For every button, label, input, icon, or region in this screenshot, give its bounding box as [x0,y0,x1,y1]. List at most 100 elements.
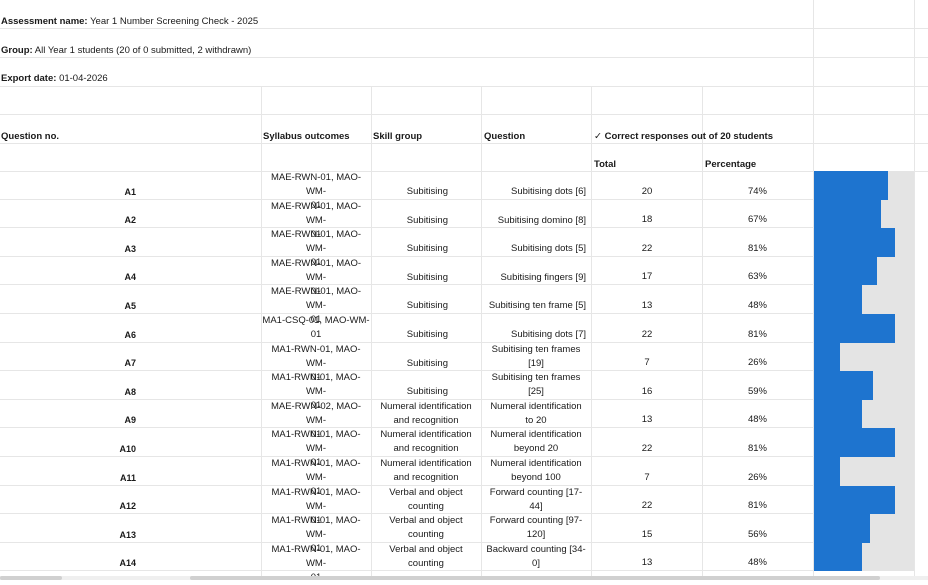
question-number-cell[interactable]: A10 [0,428,260,457]
question-number-cell[interactable]: A12 [0,486,260,515]
question-cell[interactable]: Subitising fingers [9] [482,257,590,286]
percentage-cell[interactable]: 48% [703,285,813,314]
skill-group-cell[interactable]: Verbal and object counting [372,486,480,515]
table-row[interactable]: A8 MA1-RWN-01, MAO-WM- 01 Subitising Subitis… [0,371,928,411]
percentage-cell[interactable]: 81% [703,486,813,515]
question-cell[interactable]: Numeral identification to 20 [482,400,590,429]
syllabus-outcome-cell[interactable]: MA1-RWN-01, MAO-WM-01 [262,486,370,526]
question-cell[interactable]: Backward counting [34- 0] [482,543,590,572]
skill-group-cell[interactable]: Verbal and object counting [372,543,480,572]
question-number-cell[interactable]: A14 [0,543,260,572]
question-number-cell[interactable]: A3 [0,228,260,257]
syllabus-outcome-cell[interactable]: MA1-RWN-01, MAO-WM-01 [262,343,370,383]
table-row[interactable]: A9 MAE-RWN-02, MAO-WM- 01 Numeral identific… [0,399,928,440]
syllabus-outcome-cell[interactable]: MA1-RWN-01, MAO-WM-01 [262,428,370,468]
table-row[interactable]: A7 MA1-RWN-01, MAO-WM- 01 Subitising Subitis… [0,342,928,383]
question-number-cell[interactable]: A4 [0,257,260,286]
percentage-cell[interactable]: 81% [703,314,813,343]
question-number-cell[interactable]: A7 [0,343,260,372]
table-row[interactable]: A12 MA1-RWN-01, MAO-WM- 01 Verbal and objec… [0,485,928,526]
question-number-cell[interactable]: A11 [0,457,260,486]
skill-group-cell[interactable]: Subitising [372,171,480,200]
question-number-cell[interactable]: A1 [0,171,260,200]
question-cell[interactable]: Subitising dots [5] [482,228,590,257]
table-row[interactable]: A3 MAE-RWN-01, MAO-WM- 01 Subitising Subitis… [0,228,928,268]
scrollbar-thumb-left[interactable] [0,576,62,580]
percentage-cell[interactable]: 26% [703,457,813,486]
total-cell[interactable]: 22 [592,486,702,515]
percentage-cell[interactable]: 59% [703,371,813,400]
percentage-cell[interactable]: 67% [703,200,813,229]
table-row[interactable]: A14MA1-RWN-01, MAO-WM-01Verbal and objec… [0,542,928,583]
question-number-cell[interactable]: A6 [0,314,260,343]
question-cell[interactable]: Subitising ten frames [25] [482,371,590,400]
total-cell[interactable]: 7 [592,343,702,372]
question-number-cell[interactable]: A8 [0,371,260,400]
question-cell[interactable]: Subitising ten frames [19] [482,343,590,372]
skill-group-cell[interactable]: Subitising [372,200,480,229]
table-row[interactable]: A5 MAE-RWN-01, MAO-WM- 01 Subitising Subitis… [0,285,928,325]
percentage-cell[interactable]: 56% [703,514,813,543]
skill-group-cell[interactable]: Subitising [372,343,480,372]
percentage-cell[interactable]: 48% [703,543,813,572]
total-cell[interactable]: 22 [592,228,702,257]
syllabus-outcome-cell[interactable]: MA1-RWN-01, MAO-WM-01 [262,371,370,411]
table-row[interactable]: A6 MA1-CSQ-01, MAO-WM- 01 Subitising Subitis… [0,314,928,343]
question-number-cell[interactable]: A13 [0,514,260,543]
syllabus-outcome-cell[interactable]: MA1-CSQ-01, MAO-WM- 01 [262,314,370,343]
question-cell[interactable]: Subitising ten frame [5] [482,285,590,314]
skill-group-cell[interactable]: Subitising [372,257,480,286]
skill-group-cell[interactable]: Subitising [372,371,480,400]
syllabus-outcome-cell[interactable]: MA1-RWN-01, MAO-WM-01 [262,514,370,554]
total-cell[interactable]: 22 [592,314,702,343]
syllabus-outcome-cell[interactable]: MAE-RWN-01, MAO-WM- 01 [262,285,370,325]
question-number-cell[interactable]: A9 [0,400,260,429]
syllabus-outcome-cell[interactable]: MA1-RWN-01, MAO-WM-01 [262,457,370,497]
table-row[interactable]: A13 MA1-RWN-01, MAO-WM- 01 Verbal and objec… [0,514,928,554]
percentage-cell[interactable]: 26% [703,343,813,372]
percentage-cell[interactable]: 81% [703,428,813,457]
question-cell[interactable]: Forward counting [97- 120] [482,514,590,543]
percentage-cell[interactable]: 48% [703,400,813,429]
total-cell[interactable]: 18 [592,200,702,229]
question-number-cell[interactable]: A5 [0,285,260,314]
total-cell[interactable]: 7 [592,457,702,486]
skill-group-cell[interactable]: Verbal and object counting [372,514,480,543]
table-row[interactable]: A10 MA1-RWN-01, MAO-WM- 01 Numeral identifi… [0,428,928,468]
total-cell[interactable]: 13 [592,400,702,429]
skill-group-cell[interactable]: Subitising [372,314,480,343]
total-cell[interactable]: 13 [592,543,702,572]
table-row[interactable]: A1 MAE-RWN-01, MAO-WM- 01 Subitising Subitis… [0,171,928,211]
skill-group-cell[interactable]: Numeral identification and recognition [372,428,480,457]
skill-group-cell[interactable]: Subitising [372,285,480,314]
table-row[interactable]: A4 MAE-RWN-01, MAO-WM- 01 Subitising Subitis… [0,256,928,297]
question-cell[interactable]: Subitising dots [7] [482,314,590,343]
horizontal-scrollbar[interactable] [0,576,928,580]
syllabus-outcome-cell[interactable]: MAE-RWN-01, MAO-WM- 01 [262,171,370,211]
question-number-cell[interactable]: A2 [0,200,260,229]
total-cell[interactable]: 15 [592,514,702,543]
total-cell[interactable]: 13 [592,285,702,314]
question-cell[interactable]: Numeral identification beyond 20 [482,428,590,457]
total-cell[interactable]: 17 [592,257,702,286]
question-cell[interactable]: Numeral identification beyond 100 [482,457,590,486]
question-cell[interactable]: Subitising dots [6] [482,171,590,200]
total-cell[interactable]: 16 [592,371,702,400]
spreadsheet-grid[interactable]: Assessment name: Year 1 Number Screening… [0,0,928,583]
skill-group-cell[interactable]: Subitising [372,228,480,257]
syllabus-outcome-cell[interactable]: MAE-RWN-01, MAO-WM- 01 [262,257,370,297]
table-row[interactable]: A2 MAE-RWN-01, MAO-WM- 01 Subitising Subitis… [0,199,928,240]
question-cell[interactable]: Forward counting [17- 44] [482,486,590,515]
scrollbar-thumb[interactable] [190,576,880,580]
syllabus-outcome-cell[interactable]: MAE-RWN-01, MAO-WM- 01 [262,200,370,240]
table-row[interactable]: A11 MA1-RWN-01, MAO-WM- 01 Numeral identifi… [0,457,928,497]
percentage-cell[interactable]: 74% [703,171,813,200]
skill-group-cell[interactable]: Numeral identification and recognition [372,400,480,429]
syllabus-outcome-cell[interactable]: MA1-RWN-01, MAO-WM-01 [262,543,370,583]
syllabus-outcome-cell[interactable]: MAE-RWN-01, MAO-WM- 01 [262,228,370,268]
total-cell[interactable]: 22 [592,428,702,457]
percentage-cell[interactable]: 63% [703,257,813,286]
percentage-cell[interactable]: 81% [703,228,813,257]
total-cell[interactable]: 20 [592,171,702,200]
syllabus-outcome-cell[interactable]: MAE-RWN-02, MAO-WM- 01 [262,400,370,440]
